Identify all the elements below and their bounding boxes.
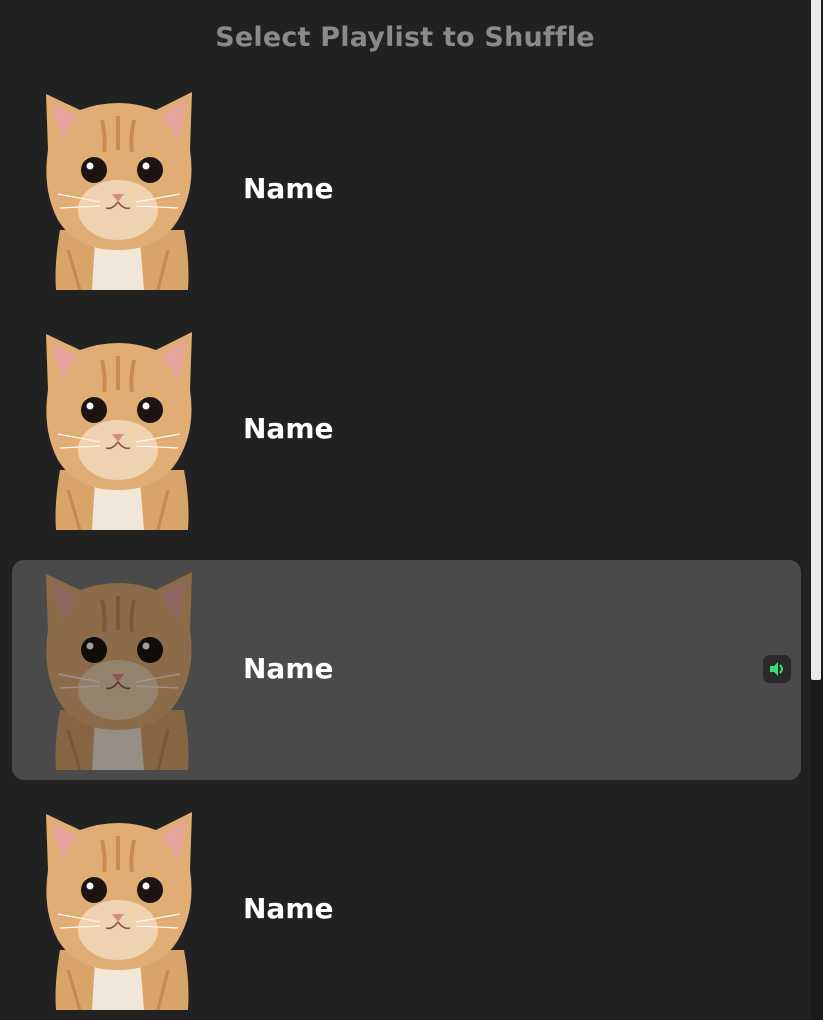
playlist-thumbnail (40, 90, 196, 290)
scrollbar-thumb[interactable] (811, 0, 821, 680)
playlist-thumbnail (40, 570, 196, 770)
playlist-item[interactable]: Name (12, 800, 801, 1020)
playlist-item-selected[interactable]: Name (12, 560, 801, 780)
playlist-thumbnail (40, 810, 196, 1010)
playlist-name: Name (243, 892, 334, 925)
playlist-name: Name (243, 652, 334, 685)
kitten-photo-icon (40, 330, 196, 530)
speaker-icon (770, 662, 783, 676)
playlist-name: Name (243, 412, 334, 445)
kitten-photo-icon (40, 90, 196, 290)
kitten-photo-icon (40, 810, 196, 1010)
dialog-title: Select Playlist to Shuffle (215, 22, 595, 53)
playlist-item[interactable]: Name (12, 320, 801, 540)
playlist-item[interactable]: Name (12, 80, 801, 300)
playlist-picker-dialog: Select Playlist to Shuffle Name Name Nam… (0, 0, 810, 1020)
playlist-name: Name (243, 172, 334, 205)
now-playing-indicator (763, 655, 791, 683)
kitten-photo-icon (40, 570, 196, 770)
playlist-thumbnail (40, 330, 196, 530)
